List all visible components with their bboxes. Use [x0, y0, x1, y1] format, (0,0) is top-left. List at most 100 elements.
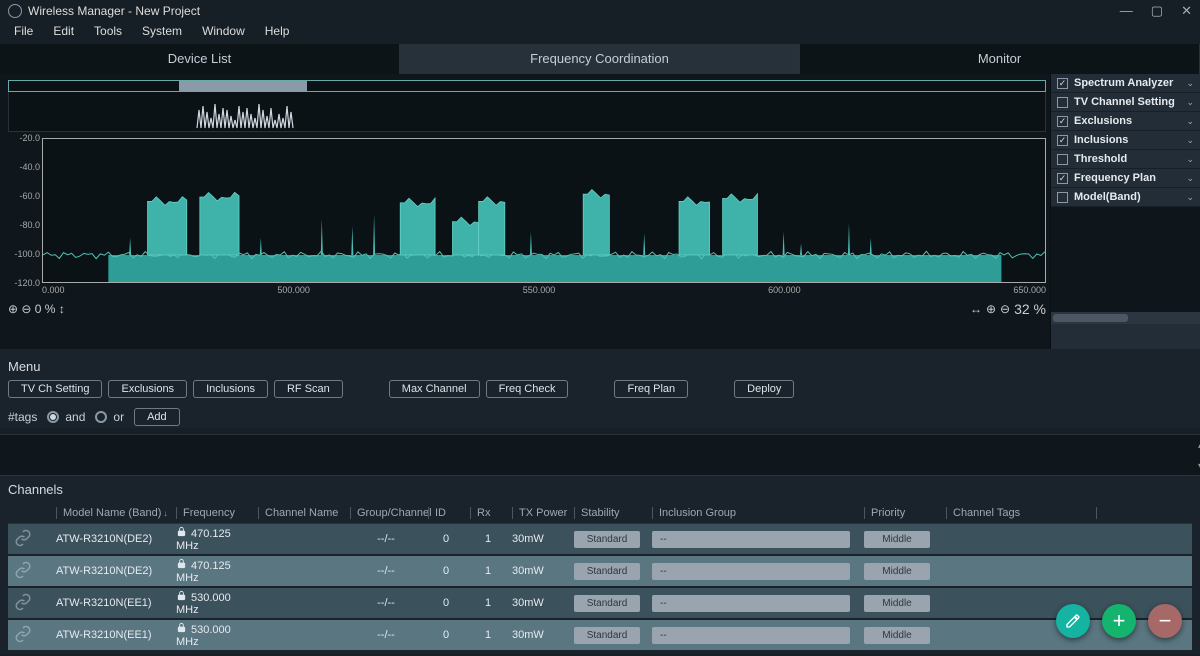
cell-priority[interactable]: Middle	[858, 563, 940, 580]
cell-group: --/--	[344, 597, 422, 609]
title-bar: Wireless Manager - New Project — ▢ ✕	[0, 0, 1200, 22]
cell-inclusion[interactable]: --	[646, 627, 858, 644]
channels-label: Channels	[8, 482, 1192, 497]
checkbox-icon[interactable]	[1057, 135, 1068, 146]
zoom-in-x-icon[interactable]: ⊕	[986, 302, 996, 316]
side-model-band-[interactable]: Model(Band)⌄	[1051, 188, 1200, 207]
cell-txpower: 30mW	[506, 533, 568, 545]
app-logo-icon	[8, 4, 22, 18]
cell-priority[interactable]: Middle	[858, 531, 940, 548]
cell-priority[interactable]: Middle	[858, 627, 940, 644]
checkbox-icon[interactable]	[1057, 173, 1068, 184]
expand-x-icon[interactable]: ↔	[970, 302, 982, 316]
cell-rx: 1	[464, 597, 506, 609]
tags-add-button[interactable]: Add	[134, 408, 180, 426]
tab-device-list[interactable]: Device List	[0, 44, 400, 74]
checkbox-icon[interactable]	[1057, 116, 1068, 127]
zoom-out-y-icon[interactable]: ⊖	[18, 302, 35, 316]
cell-frequency: 530.000 MHz	[170, 622, 252, 648]
tags-and-radio[interactable]: and	[47, 410, 85, 424]
max-channel-button[interactable]: Max Channel	[389, 380, 480, 398]
tab-frequency-coordination[interactable]: Frequency Coordination	[400, 44, 800, 74]
cell-frequency: 530.000 MHz	[170, 590, 252, 616]
overview-bar[interactable]	[8, 80, 1046, 92]
cell-stability[interactable]: Standard	[568, 531, 646, 548]
cell-txpower: 30mW	[506, 565, 568, 577]
chevron-down-icon[interactable]: ⌄	[1186, 154, 1194, 165]
window-minimize-icon[interactable]: —	[1120, 3, 1133, 19]
fab-edit-button[interactable]	[1056, 604, 1090, 638]
link-icon[interactable]	[8, 593, 50, 614]
checkbox-icon[interactable]	[1057, 192, 1068, 203]
cell-inclusion[interactable]: --	[646, 563, 858, 580]
cell-id: 0	[422, 565, 464, 577]
link-icon[interactable]	[8, 625, 50, 646]
cell-inclusion[interactable]: --	[646, 531, 858, 548]
menu-bar: File Edit Tools System Window Help	[0, 22, 1200, 44]
link-icon[interactable]	[8, 561, 50, 582]
fab-add-button[interactable]: +	[1102, 604, 1136, 638]
menu-edit[interactable]: Edit	[53, 24, 74, 38]
zoom-out-x-icon[interactable]: ⊖	[1000, 302, 1010, 316]
tags-label: #tags	[8, 410, 37, 424]
checkbox-icon[interactable]	[1057, 97, 1068, 108]
menu-window[interactable]: Window	[202, 24, 245, 38]
cell-txpower: 30mW	[506, 629, 568, 641]
chevron-down-icon[interactable]: ⌄	[1186, 97, 1194, 108]
checkbox-icon[interactable]	[1057, 78, 1068, 89]
checkbox-icon[interactable]	[1057, 154, 1068, 165]
tv-ch-setting-button[interactable]: TV Ch Setting	[8, 380, 102, 398]
tags-area[interactable]: ▴ ▾	[0, 434, 1200, 476]
window-maximize-icon[interactable]: ▢	[1151, 3, 1163, 19]
cell-priority[interactable]: Middle	[858, 595, 940, 612]
menu-file[interactable]: File	[14, 24, 33, 38]
cell-model: ATW-R3210N(DE2)	[50, 533, 170, 545]
window-close-icon[interactable]: ✕	[1181, 3, 1192, 19]
side-exclusions[interactable]: Exclusions⌄	[1051, 112, 1200, 131]
side-panel: Spectrum Analyzer⌄TV Channel Setting⌄Exc…	[1050, 74, 1200, 349]
cell-rx: 1	[464, 565, 506, 577]
deploy-button[interactable]: Deploy	[734, 380, 794, 398]
menu-system[interactable]: System	[142, 24, 182, 38]
tags-or-radio[interactable]: or	[95, 410, 124, 424]
chevron-down-icon[interactable]: ⌄	[1186, 192, 1194, 203]
cell-model: ATW-R3210N(EE1)	[50, 597, 170, 609]
zoom-in-y-icon[interactable]: ⊕	[8, 302, 18, 316]
channel-row[interactable]: ATW-R3210N(DE2) 470.125 MHz --/-- 0 1 30…	[8, 524, 1192, 554]
menu-tools[interactable]: Tools	[94, 24, 122, 38]
menu-help[interactable]: Help	[265, 24, 290, 38]
chevron-down-icon[interactable]: ⌄	[1186, 78, 1194, 89]
zoom-x-value: 32 %	[1014, 301, 1046, 317]
rf-scan-button[interactable]: RF Scan	[274, 380, 343, 398]
chevron-down-icon[interactable]: ⌄	[1186, 173, 1194, 184]
cell-inclusion[interactable]: --	[646, 595, 858, 612]
inclusions-button[interactable]: Inclusions	[193, 380, 268, 398]
side-frequency-plan[interactable]: Frequency Plan⌄	[1051, 169, 1200, 188]
side-scrollbar[interactable]	[1051, 312, 1200, 324]
link-icon[interactable]	[8, 529, 50, 550]
exclusions-button[interactable]: Exclusions	[108, 380, 187, 398]
side-inclusions[interactable]: Inclusions⌄	[1051, 131, 1200, 150]
spectrum-plot[interactable]	[42, 138, 1046, 283]
fab-remove-button[interactable]: −	[1148, 604, 1182, 638]
side-spectrum-analyzer[interactable]: Spectrum Analyzer⌄	[1051, 74, 1200, 93]
cell-txpower: 30mW	[506, 597, 568, 609]
freq-check-button[interactable]: Freq Check	[486, 380, 569, 398]
side-threshold[interactable]: Threshold⌄	[1051, 150, 1200, 169]
expand-y-icon[interactable]: ↕	[55, 302, 64, 316]
cell-stability[interactable]: Standard	[568, 563, 646, 580]
menu-section: Menu TV Ch Setting Exclusions Inclusions RF…	[0, 349, 1200, 428]
side-tv-channel-setting[interactable]: TV Channel Setting⌄	[1051, 93, 1200, 112]
channel-row[interactable]: ATW-R3210N(DE2) 470.125 MHz --/-- 0 1 30…	[8, 556, 1192, 586]
spectrum-panel: -20.0-40.0-60.0-80.0-100.0-120.0 0.00050…	[0, 74, 1050, 349]
cell-stability[interactable]: Standard	[568, 627, 646, 644]
channel-row[interactable]: ATW-R3210N(EE1) 530.000 MHz --/-- 0 1 30…	[8, 588, 1192, 618]
chevron-down-icon[interactable]: ⌄	[1186, 116, 1194, 127]
freq-plan-button[interactable]: Freq Plan	[614, 380, 688, 398]
menu-label: Menu	[8, 359, 1192, 374]
chevron-down-icon[interactable]: ⌄	[1186, 135, 1194, 146]
tab-monitor[interactable]: Monitor	[800, 44, 1200, 74]
window-title: Wireless Manager - New Project	[28, 4, 200, 18]
channel-row[interactable]: ATW-R3210N(EE1) 530.000 MHz --/-- 0 1 30…	[8, 620, 1192, 650]
cell-stability[interactable]: Standard	[568, 595, 646, 612]
